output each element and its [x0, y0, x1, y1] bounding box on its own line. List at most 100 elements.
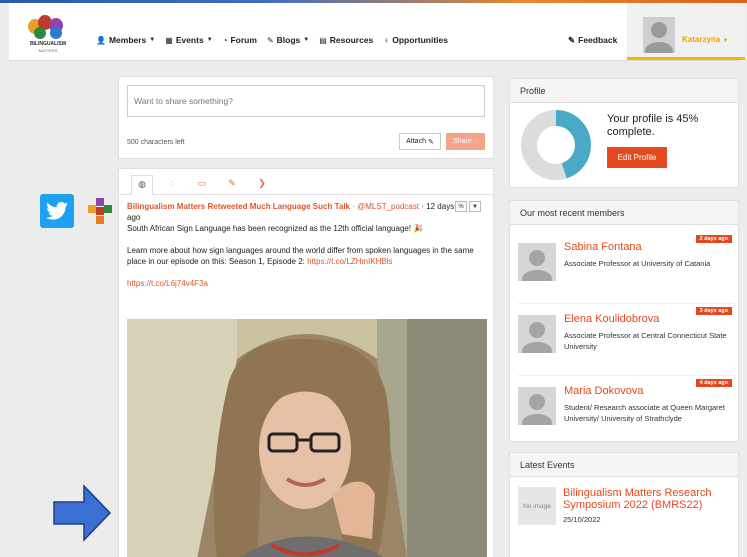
recent-members-title: Our most recent members — [510, 201, 738, 225]
post-link2[interactable]: https://t.co/L6j74v4F3a — [127, 279, 208, 288]
profile-completion-donut — [521, 110, 591, 180]
post-tools: % ▼ — [455, 201, 481, 212]
member-description: Associate Professor at Central Connectic… — [564, 331, 727, 351]
feedback-label: Feedback — [578, 35, 618, 45]
nav-item-label: Blogs — [276, 35, 301, 45]
book-icon: ▤ — [319, 35, 327, 45]
comment-icon: ◌ — [169, 178, 175, 188]
nav-item-label: Events — [175, 35, 204, 45]
newspaper-icon: ▭ — [197, 178, 207, 188]
member-joined-badge: 4 days ago — [695, 379, 732, 387]
feed-tab-pencil[interactable]: ✎ — [221, 175, 243, 195]
recent-members-panel: Our most recent members 2 days ago Sabina… — [509, 200, 739, 442]
nav-item-members[interactable]: 👤 Members ▼ — [96, 35, 155, 45]
member-avatar — [518, 243, 556, 281]
member-avatar — [518, 315, 556, 353]
member-joined-badge: 2 days ago — [695, 235, 732, 243]
member-description: Student/ Research associate at Queen Mar… — [564, 403, 725, 423]
edit-profile-button[interactable]: Edit Profile — [607, 147, 667, 168]
main-navbar: BILINGUALISM MATTERS 👤 Members ▼ ▦ Events ▼ ◔ F… — [9, 3, 745, 61]
event-no-image: No image — [518, 487, 556, 525]
feed-tab-comment[interactable]: ◌ — [161, 175, 183, 195]
nav-item-forum[interactable]: ◔ Forum — [223, 35, 257, 45]
member-item[interactable]: 3 days ago Elena Koulidobrova Associate Pr… — [518, 307, 734, 377]
main-menu: 👤 Members ▼ ▦ Events ▼ ◔ Forum ✎ Blogs ▼ ▤ Resources… — [96, 35, 448, 45]
member-avatar — [518, 387, 556, 425]
nav-item-label: Resources — [329, 35, 374, 45]
twitter-bird-icon — [46, 202, 68, 220]
event-title-link[interactable]: Bilingualism Matters Research Symposium … — [563, 487, 735, 511]
member-joined-badge: 3 days ago — [695, 307, 732, 315]
user-name: Katarzyna ▼ — [682, 35, 729, 44]
member-item[interactable]: 4 days ago Maria Dokovova Student/ Researc… — [518, 379, 734, 449]
share-label: Share — [453, 138, 472, 145]
profile-panel: Profile Your profile is 45% complete. Ed… — [509, 78, 739, 188]
feed-tab-newspaper[interactable]: ▭ — [191, 175, 213, 195]
member-name[interactable]: Sabina Fontana — [564, 241, 642, 253]
member-name[interactable]: Maria Dokovova — [564, 385, 643, 397]
share-card: 500 characters left Attach ✎ Share ◌ — [118, 76, 494, 159]
nav-item-events[interactable]: ▦ Events ▼ — [165, 35, 212, 45]
post-author[interactable]: Bilingualism Matters Retweeted Much Lang… — [127, 202, 350, 211]
comment-icon: ◌ — [473, 138, 478, 145]
latest-events-title: Latest Events — [510, 453, 738, 477]
chevron-down-icon: ▼ — [303, 37, 310, 43]
twitter-icon[interactable] — [40, 194, 74, 228]
lightbulb-icon: ♀ — [383, 35, 390, 45]
site-logo[interactable]: BILINGUALISM MATTERS — [24, 13, 72, 53]
post-line2: Learn more about how sign languages arou… — [127, 246, 474, 266]
chevron-down-icon: ▼ — [206, 37, 213, 43]
feed-tabs: ◍ ◌ ▭ ✎ ❯ — [119, 169, 495, 195]
globe-icon: ◍ — [138, 179, 146, 189]
logo-balloon-green — [34, 27, 46, 39]
share-button[interactable]: Share ◌ — [446, 133, 485, 150]
chars-left-counter: 500 characters left — [127, 139, 185, 146]
user-menu[interactable]: Katarzyna ▼ — [627, 3, 745, 60]
share-input[interactable] — [127, 85, 485, 117]
post-photo[interactable] — [127, 319, 487, 557]
member-name[interactable]: Elena Koulidobrova — [564, 313, 659, 325]
attach-button[interactable]: Attach ✎ — [399, 133, 441, 150]
feed-post: Bilingualism Matters Retweeted Much Lang… — [127, 201, 487, 300]
nav-item-label: Forum — [230, 35, 257, 45]
event-date: 25/10/2022 — [563, 515, 601, 524]
pencil-icon: ✎ — [266, 35, 274, 45]
logo-balloon-blue — [50, 27, 62, 39]
user-avatar-icon — [643, 17, 675, 53]
nav-item-blogs[interactable]: ✎ Blogs ▼ — [267, 35, 309, 45]
nav-item-resources[interactable]: ▤ Resources — [319, 35, 373, 45]
users-icon: 👤 — [96, 35, 106, 45]
calendar-icon: ▦ — [165, 35, 173, 45]
post-handle[interactable]: · @MLST_podcast — [352, 202, 419, 211]
feed-tab-twitter[interactable]: ❯ — [251, 175, 273, 195]
attach-label: Attach — [406, 138, 426, 145]
post-link1[interactable]: https://t.co/LZHmIKHBls — [307, 257, 392, 266]
chevron-down-icon: ▼ — [722, 38, 729, 44]
pencil-icon: ✎ — [228, 178, 236, 188]
arrow-right-icon — [53, 484, 112, 542]
profile-completion-text: Your profile is 45% complete. — [607, 113, 699, 138]
nav-item-opportunities[interactable]: ♀ Opportunities — [383, 35, 448, 45]
feed-tab-globe[interactable]: ◍ — [131, 175, 153, 195]
member-separator — [518, 375, 734, 376]
chevron-down-icon: ▼ — [149, 37, 156, 43]
bilingualism-matters-icon[interactable] — [87, 198, 115, 226]
logo-text: BILINGUALISM — [29, 41, 67, 47]
twitter-icon: ❯ — [258, 178, 266, 188]
post-line1: South African Sign Language has been rec… — [127, 224, 424, 233]
profile-panel-title: Profile — [510, 79, 738, 103]
feedback-link[interactable]: ✎ Feedback — [568, 35, 617, 46]
nav-item-label: Members — [108, 35, 147, 45]
member-description: Associate Professor at University of Cat… — [564, 259, 711, 268]
activity-feed: ◍ ◌ ▭ ✎ ❯ Bilingualism Matters Retweeted Muc… — [118, 168, 495, 557]
latest-events-panel: Latest Events No image Bilingualism Matt… — [509, 452, 739, 557]
nav-item-label: Opportunities — [392, 35, 448, 45]
edit-icon: ✎ — [568, 35, 576, 45]
share-link-icon[interactable]: % — [455, 201, 467, 212]
member-separator — [518, 303, 734, 304]
chevron-down-icon[interactable]: ▼ — [469, 201, 481, 212]
member-item[interactable]: 2 days ago Sabina Fontana Associate Profes… — [518, 235, 734, 305]
paperclip-icon: ✎ — [427, 138, 434, 146]
logo-subtext: MATTERS — [38, 48, 58, 53]
chat-icon: ◔ — [222, 35, 228, 45]
